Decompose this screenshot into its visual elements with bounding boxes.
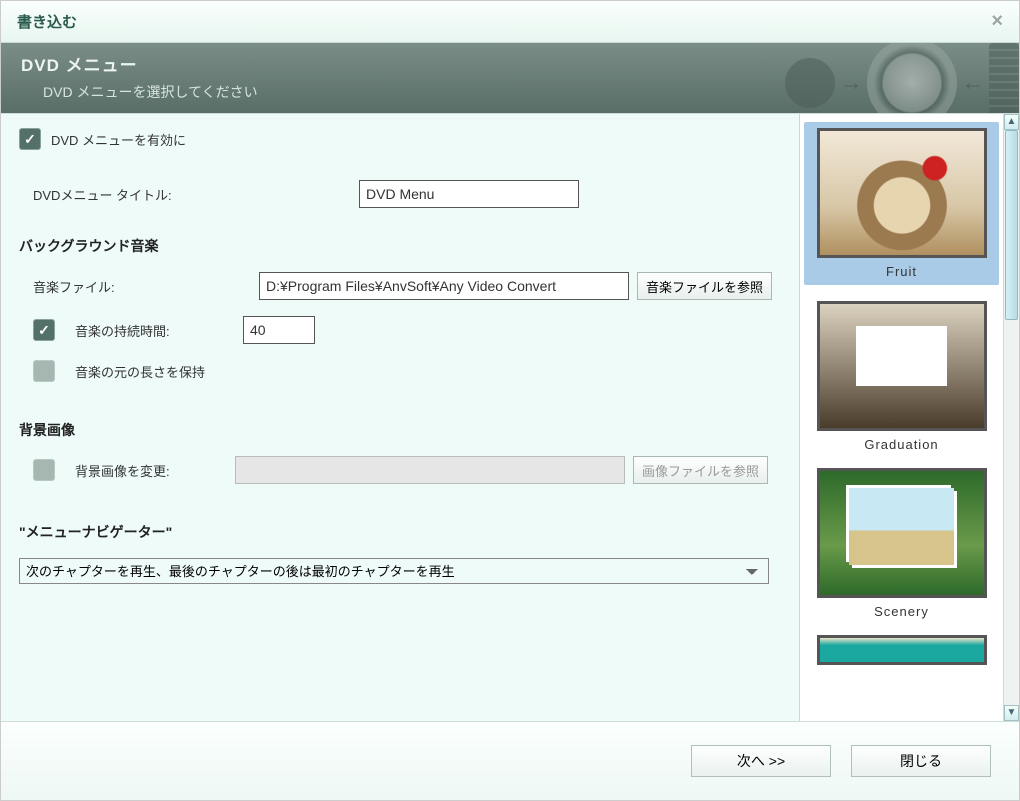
navigator-section-title: "メニューナビゲーター" bbox=[19, 522, 781, 542]
scroll-down-button[interactable]: ▼ bbox=[1004, 705, 1019, 721]
close-icon[interactable]: × bbox=[991, 10, 1003, 33]
keep-length-label: 音楽の元の長さを保持 bbox=[75, 362, 205, 381]
footer: 次へ >> 閉じる bbox=[1, 722, 1019, 800]
template-thumbnail bbox=[817, 128, 987, 258]
next-button[interactable]: 次へ >> bbox=[691, 745, 831, 777]
dvd-title-input[interactable] bbox=[359, 180, 579, 208]
close-button[interactable]: 閉じる bbox=[851, 745, 991, 777]
arrow-left-icon: ← bbox=[961, 69, 985, 97]
form-area: ✓ DVD メニューを有効に DVDメニュー タイトル: バックグラウンド音楽 … bbox=[1, 114, 799, 721]
film-strip-icon bbox=[989, 43, 1019, 113]
change-bg-checkbox[interactable] bbox=[33, 459, 55, 481]
template-item-fruit[interactable]: Fruit bbox=[804, 122, 999, 285]
music-duration-input[interactable] bbox=[243, 316, 315, 344]
template-pane: Fruit Graduation Scenery ▲ bbox=[799, 114, 1019, 721]
bg-image-section-title: 背景画像 bbox=[19, 420, 781, 440]
disc-icon bbox=[867, 43, 957, 113]
template-caption: Fruit bbox=[804, 264, 999, 279]
bg-music-section-title: バックグラウンド音楽 bbox=[19, 236, 781, 256]
scrollbar-track[interactable] bbox=[1004, 130, 1019, 705]
template-thumbnail bbox=[817, 635, 987, 665]
checkmark-icon: ✓ bbox=[24, 131, 36, 148]
titlebar: 書き込む × bbox=[1, 1, 1019, 43]
bg-image-path-input bbox=[235, 456, 625, 484]
arrow-right-icon: → bbox=[839, 69, 863, 97]
header-band: DVD メニュー DVD メニューを選択してください → ← bbox=[1, 43, 1019, 113]
enable-menu-label: DVD メニューを有効に bbox=[51, 130, 186, 149]
template-scrollbar[interactable]: ▲ ▼ bbox=[1003, 114, 1019, 721]
window-title: 書き込む bbox=[17, 11, 77, 32]
scroll-up-button[interactable]: ▲ bbox=[1004, 114, 1019, 130]
dvd-title-label: DVDメニュー タイトル: bbox=[19, 185, 219, 204]
template-thumbnail bbox=[817, 301, 987, 431]
navigator-select[interactable]: 次のチャプターを再生、最後のチャプターの後は最初のチャプターを再生 bbox=[19, 558, 769, 584]
music-file-label: 音楽ファイル: bbox=[19, 277, 219, 296]
browse-music-button[interactable]: 音楽ファイルを参照 bbox=[637, 272, 772, 300]
header-graphic: → ← bbox=[785, 43, 1019, 113]
music-file-input[interactable] bbox=[259, 272, 629, 300]
template-item-scenery[interactable]: Scenery bbox=[804, 468, 999, 619]
scrollbar-thumb[interactable] bbox=[1005, 130, 1018, 320]
template-item-partial[interactable] bbox=[804, 635, 999, 665]
film-reel-icon bbox=[785, 58, 835, 108]
keep-length-checkbox[interactable] bbox=[33, 360, 55, 382]
template-caption: Graduation bbox=[804, 437, 999, 452]
template-thumbnail bbox=[817, 468, 987, 598]
music-duration-checkbox[interactable]: ✓ bbox=[33, 319, 55, 341]
change-bg-label: 背景画像を変更: bbox=[75, 461, 235, 480]
template-item-graduation[interactable]: Graduation bbox=[804, 301, 999, 452]
template-caption: Scenery bbox=[804, 604, 999, 619]
enable-menu-checkbox[interactable]: ✓ bbox=[19, 128, 41, 150]
browse-image-button[interactable]: 画像ファイルを参照 bbox=[633, 456, 768, 484]
checkmark-icon: ✓ bbox=[38, 322, 50, 339]
music-duration-label: 音楽の持続時間: bbox=[75, 321, 243, 340]
